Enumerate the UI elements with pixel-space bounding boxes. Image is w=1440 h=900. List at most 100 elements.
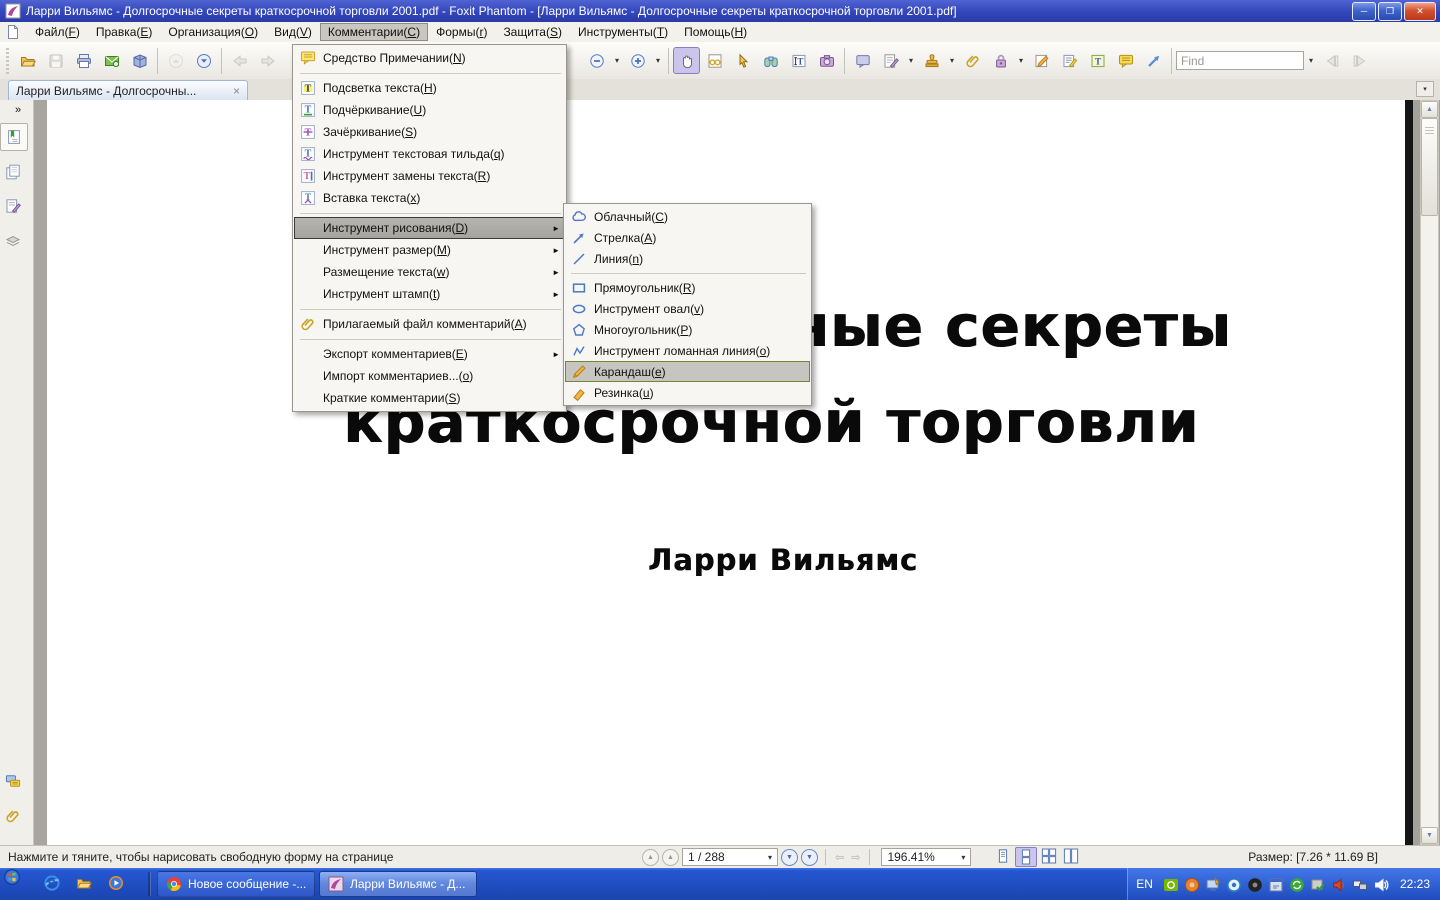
submenu-item-rectangle[interactable]: Прямоугольник(R) [565, 277, 810, 298]
tab-overflow-button[interactable]: ▾ [1416, 81, 1434, 97]
update-check-icon[interactable] [1310, 877, 1325, 892]
dropdown-caret-icon[interactable]: ▾ [1305, 47, 1317, 74]
menu-item-import-comments[interactable]: Импорт комментариев...(o) [294, 365, 565, 387]
first-page-button[interactable]: ▲ [642, 849, 659, 866]
menu-item-note-tool[interactable]: Средство Примечании(N) [294, 47, 565, 69]
zoom-caret-icon[interactable]: ▾ [961, 853, 965, 862]
blue-ring-icon[interactable] [1226, 877, 1241, 892]
close-button[interactable]: ✕ [1404, 2, 1436, 21]
typewriter-button[interactable] [877, 47, 904, 74]
attachments-panel-button[interactable] [0, 803, 26, 829]
menu-item-highlight-text[interactable]: TПодсветка текста(H) [294, 77, 565, 99]
menu-item-attach-file-comment[interactable]: Прилагаемый файл комментарий(A) [294, 313, 565, 335]
quicklaunch-media-player[interactable] [108, 875, 126, 893]
tab-close-icon[interactable]: × [233, 84, 240, 98]
menu-item-export-comments[interactable]: Экспорт комментариев(E)► [294, 343, 565, 365]
submenu-item-pencil[interactable]: Карандаш(e) [565, 361, 810, 382]
layout-continuous-facing-button[interactable] [1061, 847, 1081, 865]
nvidia-icon[interactable] [1163, 877, 1178, 892]
zoom-in-button[interactable] [624, 47, 651, 74]
panel-splitter[interactable] [34, 100, 47, 845]
select-tool-button[interactable] [729, 47, 756, 74]
menu-item-replace-text[interactable]: TИнструмент замены текста(R) [294, 165, 565, 187]
scroll-down-icon[interactable]: ▼ [1421, 827, 1438, 844]
page-number-caret-icon[interactable]: ▾ [768, 853, 772, 862]
expand-panel-icon[interactable]: » [15, 104, 19, 116]
pages-panel-button[interactable] [0, 159, 26, 185]
menu-protect[interactable]: Защита(S) [495, 23, 570, 41]
previous-page-button[interactable]: ▲ [662, 849, 679, 866]
menu-item-text-layout[interactable]: Размещение текста(w)► [294, 261, 565, 283]
submenu-item-polyline[interactable]: Инструмент ломанная линия(o) [565, 340, 810, 361]
minimize-button[interactable]: ─ [1352, 2, 1376, 21]
dropdown-caret-icon[interactable]: ▾ [652, 47, 664, 74]
hand-tool-button[interactable] [673, 47, 700, 74]
menu-organize[interactable]: Организация(O) [160, 23, 266, 41]
submenu-item-arrow[interactable]: Стрелка(A) [565, 227, 810, 248]
layout-single-page-button[interactable] [993, 847, 1013, 865]
stamp-button[interactable] [918, 47, 945, 74]
menu-item-squiggly-text[interactable]: TИнструмент текстовая тильда(q) [294, 143, 565, 165]
volume-icon[interactable] [1373, 877, 1388, 892]
quicklaunch-explorer[interactable] [76, 875, 94, 893]
menu-item-underline-text[interactable]: TПодчёркивание(U) [294, 99, 565, 121]
menu-forms[interactable]: Формы(r) [428, 23, 495, 41]
menu-comments[interactable]: Комментарии(C) [320, 23, 428, 41]
comment-tool-button[interactable] [1112, 47, 1139, 74]
edit-document-button[interactable] [1056, 47, 1083, 74]
submenu-item-cloud[interactable]: Облачный(C) [565, 206, 810, 227]
agent-orange-icon[interactable] [1184, 877, 1199, 892]
attach-file-button[interactable] [959, 47, 986, 74]
next-view-icon[interactable]: ⇨ [849, 851, 862, 864]
vertical-scrollbar[interactable]: ▲ ▼ [1420, 100, 1439, 845]
note-comment-button[interactable] [849, 47, 876, 74]
layout-continuous-button[interactable] [1015, 847, 1037, 867]
menu-item-measure-tools[interactable]: Инструмент размер(M)► [294, 239, 565, 261]
start-button[interactable] [4, 869, 34, 899]
annotations-panel-button[interactable] [0, 193, 26, 219]
pencil-tool-button[interactable] [1028, 47, 1055, 74]
menu-help[interactable]: Помощь(H) [676, 23, 755, 41]
previous-view-icon[interactable]: ⇦ [833, 851, 846, 864]
menu-file[interactable]: Файл(F) [27, 23, 88, 41]
next-page-button[interactable]: ▼ [781, 849, 798, 866]
last-page-button[interactable]: ▼ [801, 849, 818, 866]
bookmarks-panel-button[interactable] [0, 123, 28, 151]
snapshot-button[interactable] [813, 47, 840, 74]
open-button[interactable] [14, 47, 41, 74]
textbox-tool-button[interactable]: T [1084, 47, 1111, 74]
submenu-item-eraser[interactable]: Резинка(u) [565, 382, 810, 403]
submenu-item-oval[interactable]: Инструмент овал(v) [565, 298, 810, 319]
search-input[interactable] [1176, 51, 1304, 70]
menu-item-drawing-tools[interactable]: Инструмент рисования(D)► [294, 217, 565, 239]
dropdown-caret-icon[interactable]: ▾ [1015, 47, 1027, 74]
protect-button[interactable] [987, 47, 1014, 74]
menu-view[interactable]: Вид(V) [266, 23, 320, 41]
submenu-item-polygon[interactable]: Многоугольник(P) [565, 319, 810, 340]
next-page-button[interactable] [190, 47, 217, 74]
text-select-button[interactable]: T [785, 47, 812, 74]
display-tray-icon[interactable] [1205, 877, 1220, 892]
menu-item-insert-text[interactable]: TВставка текста(x) [294, 187, 565, 209]
black-disc-icon[interactable] [1247, 877, 1262, 892]
taskbar-button[interactable]: Ларри Вильямс - Д... [319, 871, 477, 897]
arrow-tool-button[interactable] [1140, 47, 1167, 74]
submenu-item-line[interactable]: Линия(n) [565, 248, 810, 269]
menu-edit[interactable]: Правка(E) [88, 23, 161, 41]
layers-panel-button[interactable] [0, 227, 26, 253]
zoom-level-box[interactable]: 196.41% ▾ [881, 848, 971, 866]
green-disc-icon[interactable] [1289, 877, 1304, 892]
email-button[interactable] [98, 47, 125, 74]
speaker-red-icon[interactable] [1331, 877, 1346, 892]
document-tab[interactable]: Ларри Вильямс - Долгосрочны... × [8, 80, 248, 100]
menu-item-strikeout-text[interactable]: TЗачёркивание(S) [294, 121, 565, 143]
print-button[interactable] [70, 47, 97, 74]
scrollbar-thumb[interactable] [1421, 118, 1438, 216]
quicklaunch-internet-explorer[interactable] [44, 875, 62, 893]
dropdown-caret-icon[interactable]: ▾ [905, 47, 917, 74]
layout-facing-button[interactable] [1039, 847, 1059, 865]
installer-icon[interactable] [1268, 877, 1283, 892]
menu-tools[interactable]: Инструменты(T) [570, 23, 676, 41]
taskbar-button[interactable]: Новое сообщение -... [157, 871, 315, 897]
reading-mode-button[interactable] [701, 47, 728, 74]
